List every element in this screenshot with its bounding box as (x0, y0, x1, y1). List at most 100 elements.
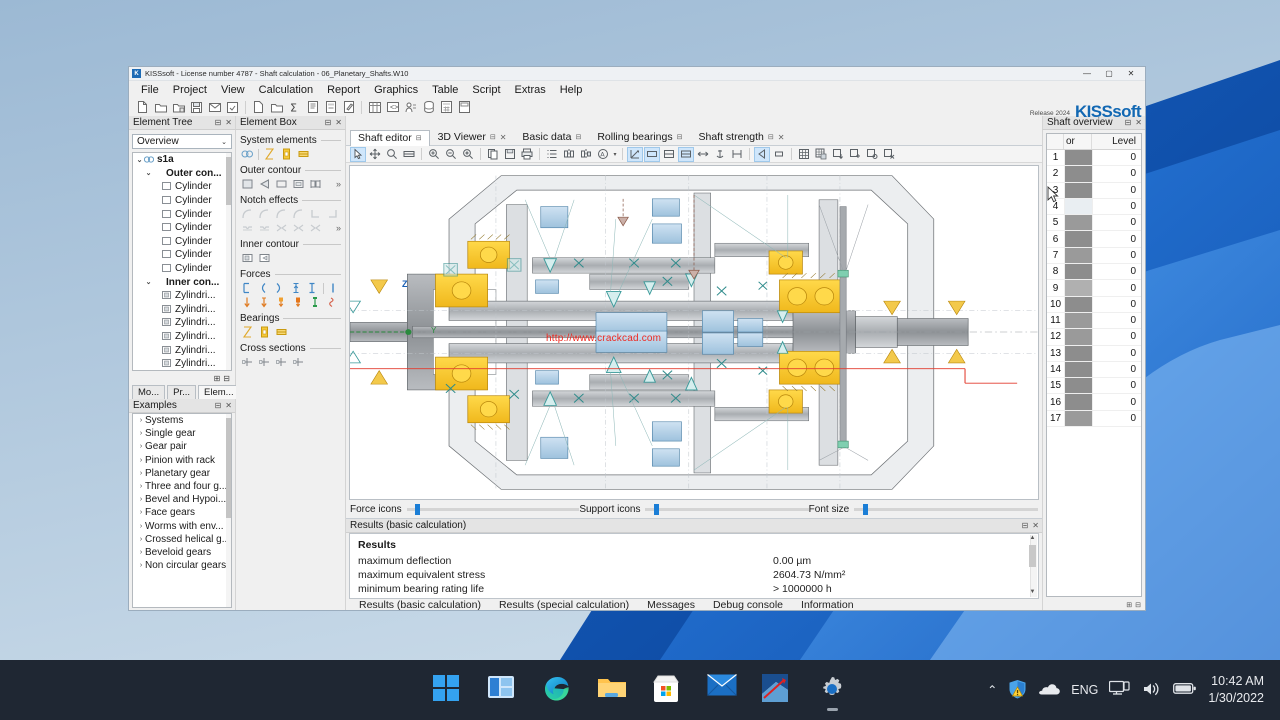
bottom-tab[interactable]: Information (792, 599, 863, 610)
tab-close-icon[interactable]: ✕ (500, 133, 507, 142)
tray-chevron-icon[interactable]: ⌃ (987, 683, 997, 697)
slider-support-icons[interactable]: Support icons (579, 503, 809, 515)
row-color-swatch[interactable] (1064, 410, 1092, 427)
cylindrical-gear-icon[interactable] (289, 281, 303, 295)
tab-modules[interactable]: Mo... (132, 385, 166, 399)
results-close-icon[interactable]: ✕ (1032, 521, 1039, 530)
export-image-icon[interactable] (830, 147, 846, 162)
chevron-right-icon[interactable]: › (137, 430, 145, 437)
tree-node[interactable]: Cylinder (133, 235, 231, 249)
left-triangle-icon[interactable] (754, 146, 770, 162)
menu-calculation[interactable]: Calculation (253, 83, 319, 97)
tab-pin-icon[interactable]: ⊟ (575, 133, 581, 141)
notch-shoulder-icon[interactable] (308, 207, 323, 221)
chevron-right-icon[interactable]: › (137, 443, 145, 450)
export-cad-icon[interactable] (402, 100, 419, 115)
cross-section-lock-icon[interactable] (291, 355, 306, 369)
edge-browser-icon[interactable] (542, 674, 574, 706)
row-color-swatch[interactable] (1064, 361, 1092, 378)
grid-icon[interactable] (796, 147, 812, 162)
symmetry-icon[interactable] (561, 147, 577, 162)
tab-close-icon[interactable]: ✕ (778, 133, 785, 142)
tree-twisty-icon[interactable]: ⌄ (144, 169, 153, 177)
row-color-swatch[interactable] (1064, 329, 1092, 345)
taskbar-clock[interactable]: 10:42 AM 1/30/2022 (1208, 673, 1272, 707)
chevron-right-icon[interactable]: › (137, 496, 145, 503)
save-as-icon[interactable] (224, 100, 241, 115)
annotate-dropdown-arrow-icon[interactable]: ▾ (612, 151, 618, 158)
tree-node[interactable]: Zylindri... (133, 330, 231, 344)
axial-force-icon[interactable] (257, 295, 272, 309)
example-item[interactable]: › Three and four g... (133, 480, 231, 493)
rect-icon[interactable] (771, 147, 787, 162)
document-tab[interactable]: Basic data ⊟ (514, 129, 589, 145)
sigma-icon[interactable]: Σ (286, 100, 303, 115)
layout-icon[interactable] (456, 100, 473, 115)
open-doc-icon[interactable] (268, 100, 285, 115)
notch-groove-2-icon[interactable] (257, 221, 272, 235)
examples-list[interactable]: › Systems › Single gear › Gear pair › Pinion wi… (132, 413, 232, 608)
tree-node[interactable]: Cylinder (133, 180, 231, 194)
mail-icon[interactable] (706, 674, 739, 706)
bearing-roller-icon[interactable] (279, 147, 294, 161)
row-color-swatch[interactable] (1064, 378, 1092, 394)
tree-node[interactable]: Zylindri... (133, 303, 231, 317)
tab-pin-icon[interactable]: ⊟ (677, 133, 683, 141)
zoom-out-icon[interactable] (443, 147, 459, 162)
element-box-pin-icon[interactable]: ⊟ (325, 118, 332, 127)
cylinder-icon[interactable] (240, 177, 255, 191)
force-point-icon[interactable] (274, 295, 289, 309)
chevron-right-icon[interactable]: › (137, 470, 145, 477)
anchor-icon[interactable] (712, 147, 728, 162)
shaft-overview-row[interactable]: 10 (1047, 150, 1141, 167)
shaft-overview-row[interactable]: 10 0 (1047, 296, 1141, 313)
slider-track[interactable] (854, 503, 1038, 515)
shaft-overview-row[interactable]: 13 0 (1047, 345, 1141, 362)
shaft-drawing-canvas[interactable]: Z Y http://www.crackcad.com Oil (349, 165, 1039, 500)
cone-icon[interactable] (257, 177, 272, 191)
new-doc-icon[interactable] (250, 100, 267, 115)
notch-radius-3-icon[interactable] (274, 207, 289, 221)
menu-file[interactable]: File (135, 83, 165, 97)
cross-section-limited-icon[interactable] (257, 355, 272, 369)
notch-radius-4-icon[interactable] (291, 207, 306, 221)
tree-node[interactable]: ⌄ Inner con... (133, 275, 231, 289)
examples-scrollbar[interactable] (226, 414, 231, 607)
maximize-button[interactable]: ▢ (1098, 67, 1120, 80)
menu-project[interactable]: Project (167, 83, 213, 97)
chevron-right-icon[interactable]: › (137, 509, 145, 516)
row-color-swatch[interactable] (1064, 182, 1092, 198)
table-grid-icon[interactable] (366, 100, 383, 115)
open-folder-icon[interactable] (152, 100, 169, 115)
chevron-right-icon[interactable]: › (137, 562, 145, 569)
more-icons-button[interactable]: » (336, 223, 341, 233)
tree-node[interactable]: ⌄ Outer con... (133, 167, 231, 181)
list-icon[interactable] (544, 147, 560, 162)
scroll-down-icon[interactable]: ▼ (1029, 589, 1036, 597)
kisssoft-app-icon[interactable] (761, 674, 794, 706)
row-color-swatch[interactable] (1064, 280, 1092, 296)
slider-track[interactable] (645, 503, 809, 515)
fit-width-icon[interactable] (401, 147, 417, 162)
report-settings-icon[interactable] (322, 100, 339, 115)
shaft-overview-row[interactable]: 90 (1047, 280, 1141, 297)
spring-icon[interactable] (308, 295, 323, 309)
relief-groove-icon[interactable] (308, 177, 323, 191)
bearing-hourglass-icon[interactable] (240, 325, 255, 339)
add-row-icon[interactable]: ⊞ (1126, 601, 1132, 609)
results-pin-icon[interactable]: ⊟ (1022, 521, 1029, 530)
example-item[interactable]: › Crossed helical g... (133, 533, 231, 546)
slider-thumb[interactable] (415, 503, 421, 515)
delete-image-icon[interactable] (881, 147, 897, 162)
full-section-icon[interactable] (678, 146, 694, 162)
notch-radius-2-icon[interactable] (257, 207, 272, 221)
examples-close-icon[interactable]: ✕ (225, 401, 232, 410)
cross-section-free-icon[interactable] (240, 355, 255, 369)
inner-cylinder-icon[interactable] (240, 251, 255, 265)
bevel-gear-icon[interactable] (256, 281, 270, 295)
copy-icon[interactable] (485, 147, 501, 162)
save-image-icon[interactable] (502, 147, 518, 162)
torque-icon[interactable] (325, 295, 340, 309)
calculator-icon[interactable] (438, 100, 455, 115)
dimension-icon[interactable] (578, 147, 594, 162)
